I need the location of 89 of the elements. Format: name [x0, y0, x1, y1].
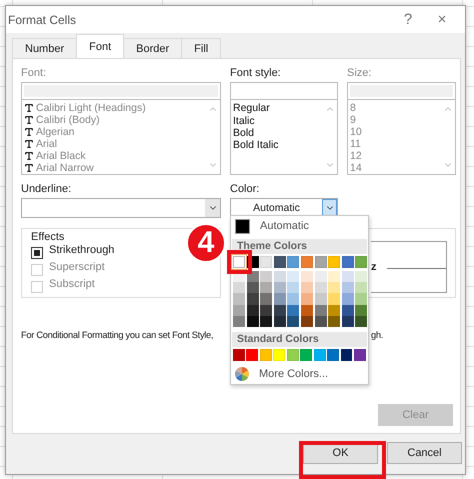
color-swatch[interactable]: [274, 293, 286, 305]
color-swatch[interactable]: [260, 282, 272, 294]
checkbox[interactable]: [31, 246, 43, 259]
field-label: Color:: [230, 183, 260, 197]
color-swatch[interactable]: [328, 282, 340, 294]
color-swatch[interactable]: [260, 293, 272, 305]
color-swatch[interactable]: [300, 271, 313, 282]
color-swatch[interactable]: [233, 293, 245, 305]
color-swatch[interactable]: [274, 271, 286, 282]
menu-item[interactable]: More Colors...: [259, 368, 328, 380]
tab[interactable]: Font: [76, 34, 124, 58]
font-type-icon: [24, 151, 34, 161]
section-header: Theme Colors: [232, 239, 367, 254]
checkbox-label: Strikethrough: [49, 244, 114, 258]
info-text: gh.: [370, 330, 383, 340]
list-box[interactable]: Regular Italic Bold Bold Italic: [230, 100, 338, 175]
color-swatch[interactable]: [314, 282, 327, 294]
font-type-icon: [24, 103, 34, 113]
color-swatch[interactable]: [355, 316, 368, 327]
checkbox-label: Subscript: [49, 278, 95, 292]
color-swatch[interactable]: [355, 282, 368, 294]
color-swatch[interactable]: [342, 293, 354, 305]
window-title: Format Cells: [8, 12, 78, 26]
color-swatch[interactable]: [246, 304, 259, 316]
color-swatch[interactable]: [342, 282, 354, 294]
tab[interactable]: Fill: [181, 38, 222, 58]
cancel-button[interactable]: Cancel: [387, 442, 462, 464]
color-swatch[interactable]: [260, 271, 272, 282]
font-type-icon: [24, 127, 34, 137]
list-item[interactable]: Bold Italic: [233, 139, 279, 152]
color-swatch[interactable]: [233, 282, 245, 294]
list-item[interactable]: Bold: [233, 126, 254, 139]
color-swatch[interactable]: [328, 304, 340, 316]
group-title: Effects: [31, 231, 64, 244]
color-swatch[interactable]: [235, 218, 250, 234]
color-swatch[interactable]: [233, 256, 245, 268]
section-header: Standard Colors: [232, 332, 367, 347]
close-button[interactable]: ×: [425, 11, 459, 28]
font-type-icon: [24, 115, 34, 125]
color-swatch[interactable]: [287, 282, 300, 294]
field-label: Font:: [21, 67, 46, 81]
color-swatch[interactable]: [300, 293, 313, 305]
field-label: Size:: [347, 67, 372, 81]
color-swatch[interactable]: [314, 316, 327, 327]
info-text: For Conditional Formatting you can set Font Style,: [21, 330, 214, 340]
color-swatch[interactable]: [260, 316, 272, 327]
highlight-frame: [227, 250, 252, 274]
help-button[interactable]: ?: [391, 11, 425, 28]
menu-item[interactable]: Automatic: [260, 220, 309, 232]
color-swatch[interactable]: [300, 282, 313, 294]
color-swatch[interactable]: [260, 304, 272, 316]
tab[interactable]: Number: [12, 38, 78, 58]
preview-text: z: [371, 261, 376, 273]
font-type-icon: [24, 163, 34, 173]
color-swatch[interactable]: [246, 316, 259, 327]
color-swatch[interactable]: [355, 271, 368, 282]
color-swatch[interactable]: [355, 304, 368, 316]
color-swatch[interactable]: [328, 293, 340, 305]
font-type-icon: [24, 139, 34, 149]
color-swatch[interactable]: [287, 293, 300, 305]
color-swatch[interactable]: [274, 282, 286, 294]
color-swatch[interactable]: [342, 316, 354, 327]
color-swatch[interactable]: [233, 304, 245, 316]
list-item[interactable]: Italic: [233, 114, 255, 127]
color-swatch[interactable]: [342, 304, 354, 316]
color-swatch[interactable]: [355, 293, 368, 305]
color-swatch[interactable]: [246, 282, 259, 294]
color-swatch[interactable]: [342, 271, 354, 282]
color-swatch[interactable]: [314, 271, 327, 282]
color-swatch[interactable]: [274, 304, 286, 316]
color-swatch[interactable]: [314, 304, 327, 316]
input-field[interactable]: [230, 82, 338, 100]
color-swatch[interactable]: [246, 293, 259, 305]
checkbox-label: Superscript: [49, 261, 105, 276]
field-label: Font style:: [230, 67, 281, 81]
color-swatch[interactable]: [328, 316, 340, 327]
color-swatch[interactable]: [328, 271, 340, 282]
color-swatch[interactable]: [300, 304, 313, 316]
color-swatch[interactable]: [233, 316, 245, 327]
color-swatch[interactable]: [287, 304, 300, 316]
field-label: Underline:: [21, 183, 72, 197]
palette-icon: [235, 366, 249, 381]
color-swatch[interactable]: [300, 316, 313, 327]
color-swatch[interactable]: [287, 271, 300, 282]
list-item[interactable]: Regular: [233, 102, 270, 114]
color-swatch[interactable]: [314, 293, 327, 305]
color-swatch[interactable]: [274, 316, 286, 327]
underline-dropdown[interactable]: [21, 198, 221, 218]
color-swatch[interactable]: [287, 316, 300, 327]
